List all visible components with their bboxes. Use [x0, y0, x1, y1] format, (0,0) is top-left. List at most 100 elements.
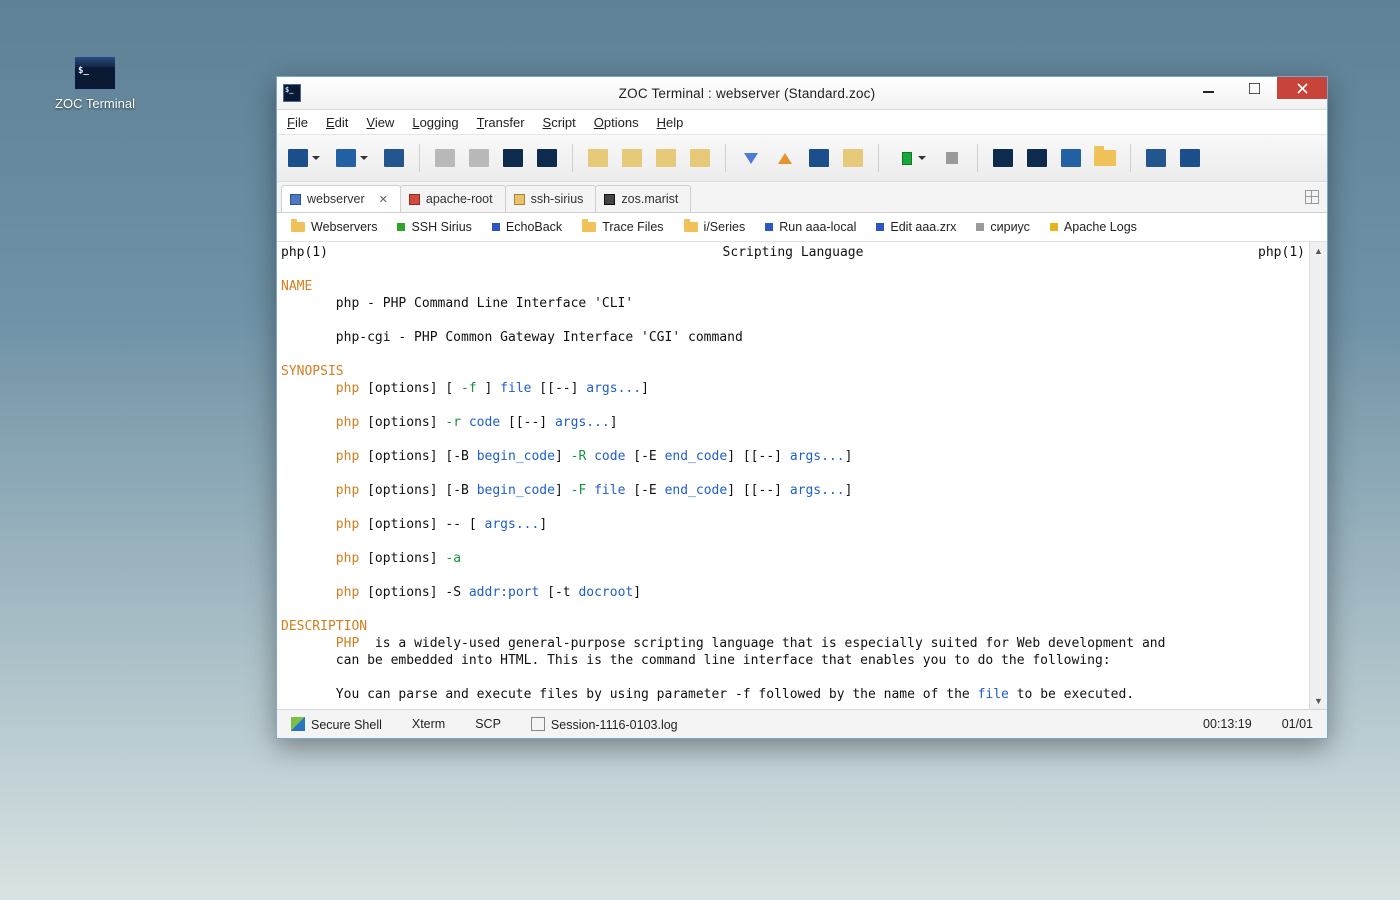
transfer-mode-icon — [809, 149, 829, 167]
nav-tile1-icon — [435, 149, 455, 167]
tab-icon — [514, 194, 525, 205]
nav-dark2-icon — [537, 149, 557, 167]
favorite-webservers[interactable]: Webservers — [291, 220, 377, 234]
tab-apache-root[interactable]: apache-root — [400, 185, 506, 212]
toolbar-separator — [1130, 144, 1131, 172]
menu-view[interactable]: View — [366, 115, 394, 130]
toolbar-host-directory[interactable] — [283, 143, 313, 173]
desktop-shortcut[interactable]: ZOC Terminal — [50, 56, 140, 111]
toolbar-transfer-log[interactable] — [838, 143, 868, 173]
scroll-up-icon[interactable]: ▲ — [1310, 242, 1327, 259]
tab-icon — [290, 194, 301, 205]
menu-options[interactable]: Options — [594, 115, 639, 130]
toolbar-nav-tile2[interactable] — [464, 143, 494, 173]
section-name: NAME — [281, 279, 312, 294]
transfer-log-icon — [843, 149, 863, 167]
favorite-label: Apache Logs — [1064, 220, 1137, 234]
toolbar-modem-lights[interactable] — [1141, 143, 1171, 173]
favorite-edit-aaa.zrx[interactable]: Edit aaa.zrx — [876, 220, 956, 234]
checkbox-icon[interactable] — [531, 717, 545, 731]
status-position: 01/01 — [1282, 717, 1313, 731]
tab-label: ssh-sirius — [531, 192, 584, 206]
session-tabs: webserver ✕ apache-root ssh-sirius zos.maris… — [277, 182, 1327, 213]
menu-file[interactable]: File — [287, 115, 308, 130]
close-tab-icon[interactable]: ✕ — [379, 193, 388, 206]
toolbar-keymap1[interactable] — [988, 143, 1018, 173]
toolbar-paste-edit[interactable] — [651, 143, 681, 173]
menubar: File Edit View Logging Transfer Script O… — [277, 110, 1327, 135]
toolbar-transfer-mode[interactable] — [804, 143, 834, 173]
favorite-label: Webservers — [311, 220, 377, 234]
man-header-center: Scripting Language — [723, 244, 864, 261]
nav-tile2-icon — [469, 149, 489, 167]
titlebar[interactable]: ZOC Terminal : webserver (Standard.zoc) — [277, 77, 1327, 110]
favorite-icon — [492, 223, 500, 231]
toolbar-paste[interactable] — [617, 143, 647, 173]
tab-ssh-sirius[interactable]: ssh-sirius — [505, 185, 597, 212]
menu-transfer[interactable]: Transfer — [477, 115, 525, 130]
toolbar-separator — [725, 144, 726, 172]
menu-logging[interactable]: Logging — [412, 115, 458, 130]
toolbar-nav-dark2[interactable] — [532, 143, 562, 173]
toolbar-stop-script[interactable] — [937, 143, 967, 173]
favorite-icon — [765, 223, 773, 231]
favorite-echoback[interactable]: EchoBack — [492, 220, 562, 234]
menu-help[interactable]: Help — [657, 115, 684, 130]
tab-label: webserver — [307, 192, 365, 206]
status-logfile[interactable]: Session-1116-0103.log — [531, 717, 678, 732]
favorite-i/series[interactable]: i/Series — [684, 220, 746, 234]
toolbar-nav-dark1[interactable] — [498, 143, 528, 173]
app-icon — [283, 84, 301, 102]
toolbar — [277, 135, 1327, 182]
favorite-apache-logs[interactable]: Apache Logs — [1050, 220, 1137, 234]
tab-zos.marist[interactable]: zos.marist — [595, 185, 691, 212]
desktop-shortcut-label: ZOC Terminal — [50, 96, 140, 111]
favorite-label: SSH Sirius — [411, 220, 471, 234]
favorite-icon — [976, 223, 984, 231]
scroll-down-icon[interactable]: ▼ — [1310, 692, 1327, 709]
toolbar-open-folder[interactable] — [1090, 143, 1120, 173]
session-profile-icon — [1061, 149, 1081, 167]
terminal-output[interactable]: php(1)Scripting Languagephp(1) NAME php … — [277, 242, 1327, 709]
tab-webserver[interactable]: webserver ✕ — [281, 185, 401, 212]
zoc-terminal-icon — [74, 56, 116, 90]
toolbar-upload[interactable] — [770, 143, 800, 173]
toolbar-paste-printer[interactable] — [685, 143, 715, 173]
favorite-run-aaa-local[interactable]: Run aaa-local — [765, 220, 856, 234]
open-folder-icon — [1094, 150, 1116, 166]
toolbar-run-script[interactable] — [889, 143, 919, 173]
toolbar-separator — [419, 144, 420, 172]
minimize-button[interactable] — [1185, 77, 1231, 99]
scrollbar[interactable]: ▲ ▼ — [1309, 242, 1327, 709]
favorite-label: i/Series — [704, 220, 746, 234]
toolbar-quick-connect[interactable] — [331, 143, 361, 173]
toolbar-keymap2[interactable] — [1022, 143, 1052, 173]
tab-layout-icon[interactable] — [1305, 190, 1319, 204]
toolbar-separator — [977, 144, 978, 172]
toolbar-session-profile[interactable] — [1056, 143, 1086, 173]
toolbar-font-size[interactable] — [1175, 143, 1205, 173]
toolbar-new-session[interactable] — [379, 143, 409, 173]
maximize-button[interactable] — [1231, 77, 1277, 99]
paste-printer-icon — [690, 149, 710, 167]
menu-edit[interactable]: Edit — [326, 115, 348, 130]
status-elapsed: 00:13:19 — [1203, 717, 1252, 731]
favorite-label: Run aaa-local — [779, 220, 856, 234]
favorite-ssh-sirius[interactable]: SSH Sirius — [397, 220, 471, 234]
stop-script-icon — [946, 152, 958, 164]
toolbar-copy[interactable] — [583, 143, 613, 173]
toolbar-download[interactable] — [736, 143, 766, 173]
keymap2-icon — [1027, 149, 1047, 167]
favorite-trace-files[interactable]: Trace Files — [582, 220, 663, 234]
status-connection: Secure Shell — [291, 717, 382, 732]
close-button[interactable] — [1277, 77, 1327, 99]
favorite-icon — [876, 223, 884, 231]
toolbar-nav-tile1[interactable] — [430, 143, 460, 173]
favorites-bar: Webservers SSH Sirius EchoBack Trace Files i… — [277, 213, 1327, 242]
status-protocol: SCP — [475, 717, 501, 731]
favorite-сириус[interactable]: сириус — [976, 220, 1030, 234]
tab-icon — [409, 194, 420, 205]
quick-connect-icon — [336, 149, 356, 167]
menu-script[interactable]: Script — [543, 115, 576, 130]
favorite-label: Trace Files — [602, 220, 663, 234]
